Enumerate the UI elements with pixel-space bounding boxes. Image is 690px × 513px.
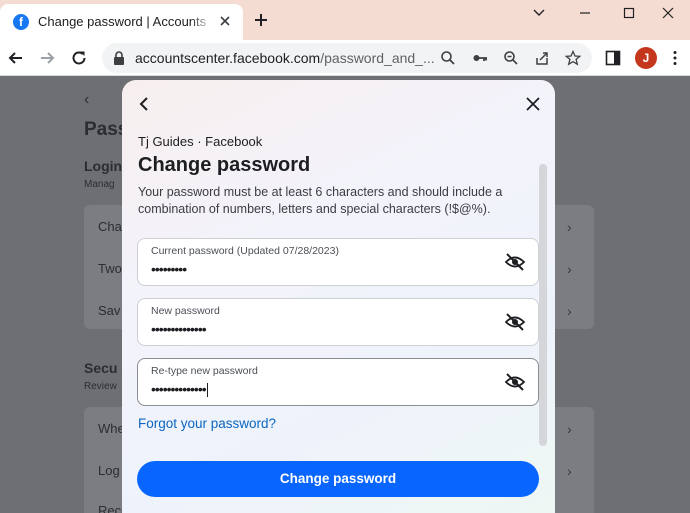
facebook-favicon-icon: f: [13, 14, 29, 30]
url-path: /password_and_...: [320, 50, 435, 66]
address-bar[interactable]: accountscenter.facebook.com/password_and…: [102, 43, 592, 73]
close-icon[interactable]: [525, 96, 541, 112]
browser-toolbar: accountscenter.facebook.com/password_and…: [0, 40, 690, 76]
background-chevron-right-icon: ›: [567, 261, 572, 277]
tab-title-fade: [190, 10, 214, 32]
new-password-value: ••••••••••••••: [151, 321, 207, 337]
background-chevron-right-icon: ›: [567, 219, 572, 235]
change-password-button[interactable]: Change password: [137, 461, 539, 497]
background-row-label: Cha: [98, 219, 122, 234]
password-requirements-text: Your password must be at least 6 charact…: [138, 185, 503, 216]
eye-slash-icon[interactable]: [504, 252, 526, 272]
share-icon[interactable]: [534, 50, 550, 66]
eye-slash-icon[interactable]: [504, 312, 526, 332]
new-tab-icon[interactable]: [253, 12, 269, 28]
background-chevron-right-icon: ›: [567, 463, 572, 479]
background-row-label: Two: [98, 261, 122, 276]
new-password-label: New password: [151, 305, 220, 317]
back-chevron-icon[interactable]: [136, 96, 152, 112]
url-host: accountscenter.facebook.com: [135, 50, 321, 66]
zoom-out-icon[interactable]: [503, 50, 519, 66]
account-line: Tj Guides · Facebook: [138, 134, 263, 149]
more-menu-icon[interactable]: [672, 50, 678, 66]
lock-icon[interactable]: [112, 50, 126, 66]
dialog-title: Change password: [138, 154, 311, 176]
text-caret: [206, 383, 208, 398]
profile-avatar[interactable]: J: [635, 47, 657, 69]
close-tab-icon[interactable]: [217, 13, 233, 29]
new-password-field[interactable]: New password ••••••••••••••: [137, 298, 539, 346]
minimize-icon[interactable]: [577, 6, 593, 20]
background-section-subtitle: Manag: [84, 179, 115, 190]
url-text: accountscenter.facebook.com/password_and…: [135, 50, 435, 66]
background-chevron-right-icon: ›: [567, 303, 572, 319]
background-row-label: Log: [98, 463, 120, 478]
current-password-field[interactable]: Current password (Updated 07/28/2023) ••…: [137, 238, 539, 286]
change-password-dialog: Tj Guides · Facebook Change password You…: [122, 80, 555, 513]
retype-password-value-wrap: ••••••••••••••: [151, 381, 208, 398]
dialog-scrollbar[interactable]: [539, 164, 547, 446]
background-section-subtitle: Review: [84, 381, 117, 392]
bookmark-star-icon[interactable]: [565, 50, 581, 66]
maximize-icon[interactable]: [621, 6, 637, 20]
current-password-label: Current password (Updated 07/28/2023): [151, 245, 339, 257]
eye-slash-icon[interactable]: [504, 372, 526, 392]
retype-password-value: ••••••••••••••: [151, 381, 207, 397]
background-row-label: Sav: [98, 303, 121, 318]
side-panel-icon[interactable]: [605, 50, 621, 66]
background-row-label: Whe: [98, 421, 125, 436]
window-close-icon[interactable]: [660, 6, 676, 20]
retype-password-field[interactable]: Re-type new password ••••••••••••••: [137, 358, 539, 406]
browser-tab[interactable]: f Change password | Accounts Center: [0, 4, 243, 40]
background-section-title: Secu: [84, 360, 118, 376]
key-icon[interactable]: [472, 50, 488, 66]
forgot-password-link[interactable]: Forgot your password?: [138, 416, 276, 431]
tab-search-chevron-icon[interactable]: [531, 6, 547, 20]
tab-title: Change password | Accounts Center: [38, 14, 210, 29]
back-arrow-icon[interactable]: [7, 49, 25, 67]
current-password-value: •••••••••: [151, 261, 187, 277]
background-section-title: Login: [84, 158, 123, 174]
reload-icon[interactable]: [70, 49, 88, 67]
background-chevron-right-icon: ›: [567, 421, 572, 437]
search-icon[interactable]: [440, 50, 456, 66]
browser-titlebar: f Change password | Accounts Center: [0, 0, 690, 40]
background-back-chevron-icon: ‹: [84, 91, 90, 108]
retype-password-label: Re-type new password: [151, 365, 258, 377]
forward-arrow-icon[interactable]: [38, 49, 56, 67]
